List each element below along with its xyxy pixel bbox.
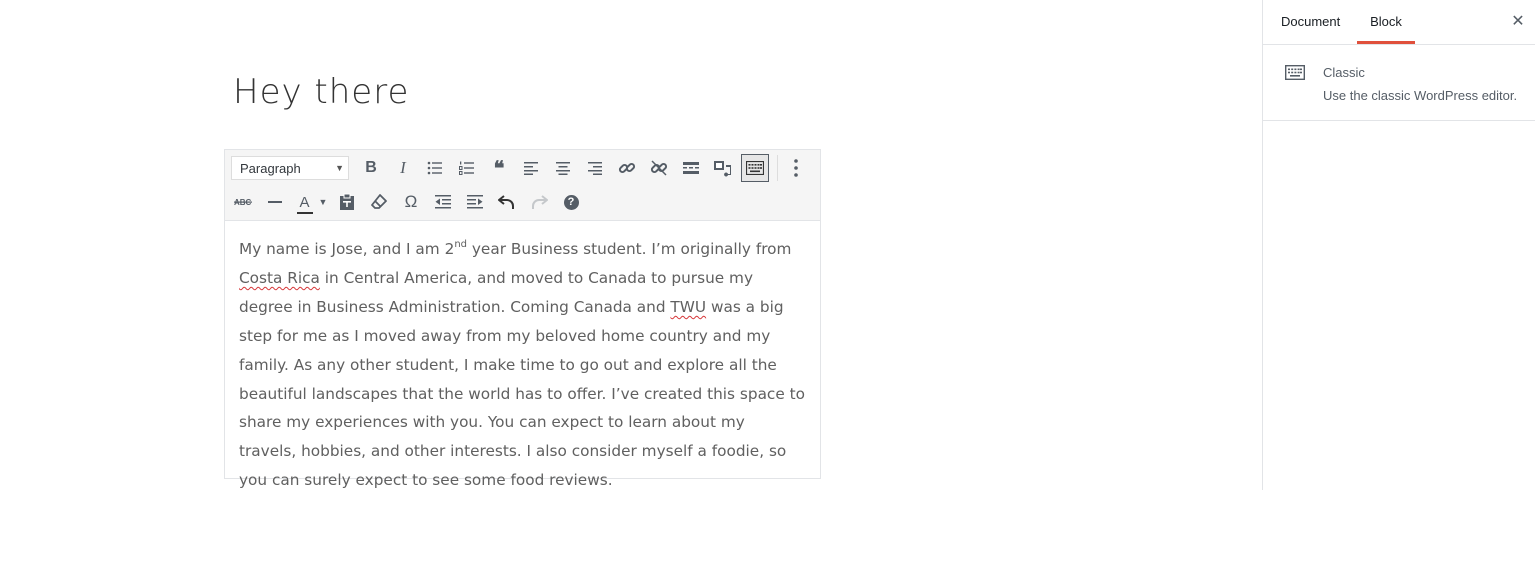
settings-sidebar: Document Block ✕ Classic Use the classic…: [1262, 0, 1535, 490]
outdent-icon: [435, 195, 451, 209]
chevron-down-icon: ▼: [318, 197, 328, 207]
unlink-icon: [650, 160, 668, 176]
horizontal-line-button[interactable]: [261, 188, 289, 216]
keyboard-icon: [746, 161, 764, 175]
misspelled-word[interactable]: Costa Rica: [239, 269, 320, 287]
clear-formatting-button[interactable]: [365, 188, 393, 216]
italic-button[interactable]: I: [389, 154, 417, 182]
undo-button[interactable]: [493, 188, 521, 216]
toolbar-row-2: ABC A ▼ Ω ?: [225, 187, 585, 217]
ordinal-suffix: nd: [454, 239, 467, 250]
chevron-down-icon: ▼: [335, 163, 344, 173]
toolbar-separator: [777, 155, 778, 181]
bold-button[interactable]: B: [357, 154, 385, 182]
align-center-button[interactable]: [549, 154, 577, 182]
misspelled-word[interactable]: TWU: [670, 298, 706, 316]
quote-icon: ❝: [493, 157, 505, 180]
format-select-value: Paragraph: [240, 160, 301, 176]
clipboard-icon: [340, 193, 354, 210]
align-right-button[interactable]: [581, 154, 609, 182]
paragraph-text: My name is Jose, and I am 2: [239, 240, 455, 258]
distraction-free-button[interactable]: [709, 154, 737, 182]
text-color-icon: A: [295, 193, 315, 214]
insert-link-button[interactable]: [613, 154, 641, 182]
align-left-icon: [524, 161, 538, 175]
redo-button[interactable]: [525, 188, 553, 216]
more-options-button[interactable]: [782, 154, 810, 182]
eraser-icon: [371, 194, 387, 209]
keyboard-icon: [1285, 65, 1305, 80]
tab-block[interactable]: Block: [1357, 0, 1415, 44]
indent-icon: [467, 195, 483, 209]
align-center-icon: [556, 161, 570, 175]
media-icon: [714, 161, 731, 177]
toolbar-toggle-button[interactable]: [741, 154, 769, 182]
align-right-icon: [588, 161, 602, 175]
post-title[interactable]: Hey there: [233, 72, 409, 112]
toolbar-row-1: Paragraph ▼ B I ❝: [225, 153, 810, 183]
increase-indent-button[interactable]: [461, 188, 489, 216]
paragraph[interactable]: My name is Jose, and I am 2nd year Busin…: [239, 235, 806, 495]
horizontal-line-icon: [268, 201, 282, 203]
text-color-button[interactable]: A ▼: [293, 188, 329, 216]
numbered-list-icon: [459, 161, 474, 175]
undo-icon: [498, 195, 514, 209]
bullet-list-icon: [427, 161, 442, 175]
classic-editor-block[interactable]: Paragraph ▼ B I ❝ ABC A ▼ Ω ? My name is…: [224, 149, 821, 489]
special-character-button[interactable]: Ω: [397, 188, 425, 216]
italic-icon: I: [400, 158, 406, 177]
bullet-list-button[interactable]: [421, 154, 449, 182]
read-more-icon: [683, 162, 699, 174]
tab-document[interactable]: Document: [1279, 0, 1342, 44]
bold-icon: B: [365, 159, 377, 176]
block-name: Classic: [1323, 65, 1365, 80]
editor-toolbar: Paragraph ▼ B I ❝ ABC A ▼ Ω ?: [225, 150, 820, 221]
strikethrough-button[interactable]: ABC: [229, 188, 257, 216]
strikethrough-icon: ABC: [234, 198, 252, 207]
editor-content[interactable]: My name is Jose, and I am 2nd year Busin…: [225, 221, 820, 495]
omega-icon: Ω: [404, 192, 418, 211]
keyboard-shortcuts-button[interactable]: ?: [557, 188, 585, 216]
sidebar-tabs: Document Block ✕: [1263, 0, 1535, 45]
paste-as-text-button[interactable]: [333, 188, 361, 216]
text-color-glyph: A: [299, 193, 310, 211]
read-more-button[interactable]: [677, 154, 705, 182]
help-icon: ?: [563, 194, 579, 210]
paragraph-text: was a big step for me as I moved away fr…: [239, 297, 805, 490]
align-left-button[interactable]: [517, 154, 545, 182]
more-vertical-icon: [794, 159, 798, 177]
numbered-list-button[interactable]: [453, 154, 481, 182]
block-card: Classic Use the classic WordPress editor…: [1263, 45, 1535, 121]
close-icon[interactable]: ✕: [1508, 11, 1528, 31]
block-description: Use the classic WordPress editor.: [1323, 88, 1518, 103]
paragraph-text: year Business student. I’m originally fr…: [467, 240, 792, 258]
link-icon: [618, 162, 636, 174]
blockquote-button[interactable]: ❝: [485, 154, 513, 182]
redo-icon: [532, 195, 548, 209]
format-select[interactable]: Paragraph ▼: [231, 156, 349, 180]
decrease-indent-button[interactable]: [429, 188, 457, 216]
remove-link-button[interactable]: [645, 154, 673, 182]
